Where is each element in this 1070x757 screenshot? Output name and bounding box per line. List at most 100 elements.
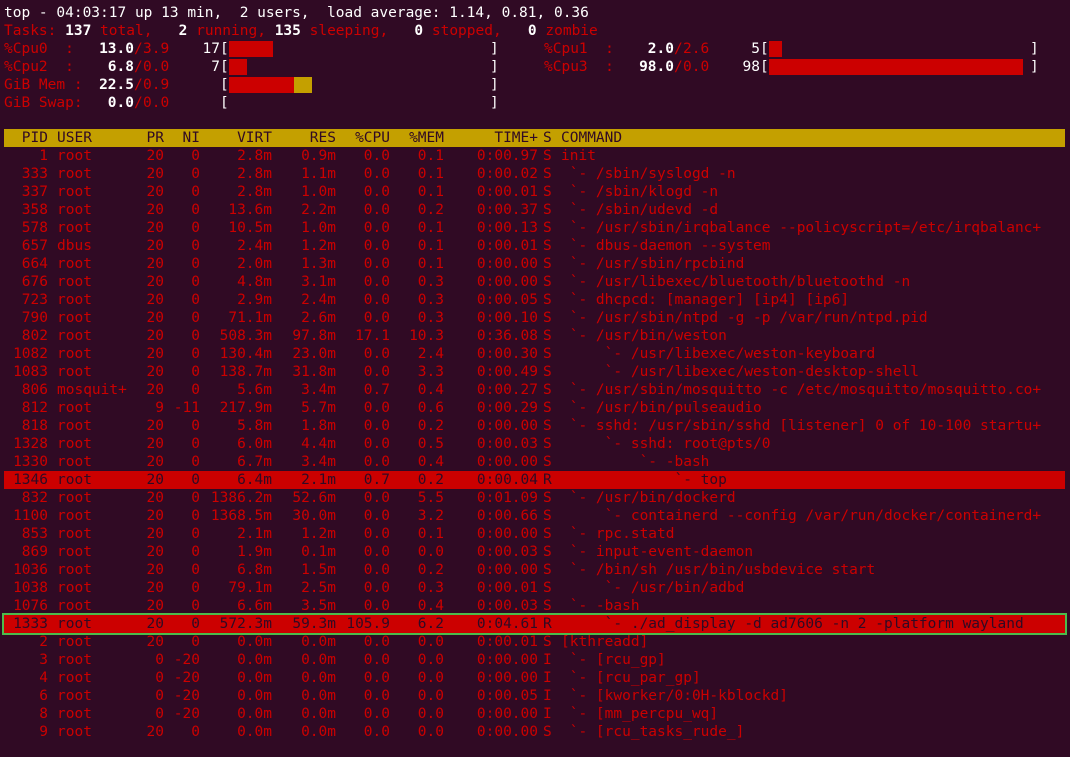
col-ni-header[interactable]: NI — [164, 129, 200, 147]
cell-pid: 333 — [21, 166, 48, 182]
process-row[interactable]: 1346 root 20 0 6.4m 2.1m 0.7 0.2 0:00.04 R `- top — [4, 471, 1065, 489]
cell-pr: 20 — [146, 256, 164, 272]
cell-virt: 6.8m — [237, 562, 272, 578]
cell-ni: 0 — [191, 490, 200, 506]
cell-virt: 2.0m — [237, 256, 272, 272]
cell-cpu: 0.0 — [363, 598, 390, 614]
process-row[interactable]: 333 root 20 0 2.8m 1.1m 0.0 0.1 0:00.02 S `- /sbi… — [4, 165, 1065, 183]
process-row[interactable]: 812 root 9 -11 217.9m 5.7m 0.0 0.6 0:00.29 S `- /… — [4, 399, 1065, 417]
cell-pr: 20 — [146, 418, 164, 434]
cell-cpu: 0.0 — [363, 184, 390, 200]
meter-close-bracket: ] — [1030, 59, 1039, 75]
process-row[interactable]: 664 root 20 0 2.0m 1.3m 0.0 0.1 0:00.00 S `- /usr… — [4, 255, 1065, 273]
process-row[interactable]: 2 root 20 0 0.0m 0.0m 0.0 0.0 0:00.01 S [kthreadd] — [4, 633, 1065, 651]
col-res-header[interactable]: RES — [272, 129, 336, 147]
cell-user: root — [57, 418, 92, 434]
process-row[interactable]: 3 root 0 -20 0.0m 0.0m 0.0 0.0 0:00.00 I `- [rcu_… — [4, 651, 1065, 669]
col-time-header[interactable]: TIME+ — [444, 129, 538, 147]
process-row[interactable]: 9 root 20 0 0.0m 0.0m 0.0 0.0 0:00.00 S `- [rcu_t… — [4, 723, 1065, 741]
cell-cpu: 0.0 — [363, 490, 390, 506]
cell-ni: 0 — [191, 598, 200, 614]
cell-s: S — [543, 418, 552, 434]
col-user-header[interactable]: USER — [57, 129, 92, 147]
meter-value: 98.0 — [639, 59, 674, 75]
process-row[interactable]: 1330 root 20 0 6.7m 3.4m 0.0 0.4 0:00.00 S `- -ba… — [4, 453, 1065, 471]
cell-virt: 6.0m — [237, 436, 272, 452]
cell-res: 1.5m — [301, 562, 336, 578]
cell-time: 0:00.03 — [476, 544, 538, 560]
process-row[interactable]: 818 root 20 0 5.8m 1.8m 0.0 0.2 0:00.00 S `- sshd… — [4, 417, 1065, 435]
process-row[interactable]: 832 root 20 0 1386.2m 52.6m 0.0 5.5 0:01.09 S `- … — [4, 489, 1065, 507]
cell-time: 0:00.01 — [476, 580, 538, 596]
process-row[interactable]: 853 root 20 0 2.1m 1.2m 0.0 0.1 0:00.00 S `- rpc.… — [4, 525, 1065, 543]
cell-virt: 572.3m — [219, 616, 272, 632]
cell-mem: 0.3 — [417, 580, 444, 596]
cell-virt: 138.7m — [219, 364, 272, 380]
cell-virt: 5.6m — [237, 382, 272, 398]
process-row[interactable]: 806 mosquit+ 20 0 5.6m 3.4m 0.7 0.4 0:00.27 S `- … — [4, 381, 1065, 399]
col-virt-header[interactable]: VIRT — [200, 129, 272, 147]
col-mem-header[interactable]: %MEM — [390, 129, 444, 147]
cell-pid: 8 — [39, 706, 48, 722]
process-row[interactable]: 723 root 20 0 2.9m 2.4m 0.0 0.3 0:00.05 S `- dhcp… — [4, 291, 1065, 309]
cell-user: root — [57, 598, 92, 614]
cell-res: 2.4m — [301, 292, 336, 308]
meter-value: 22.5 — [99, 77, 134, 93]
process-row[interactable]: 1100 root 20 0 1368.5m 30.0m 0.0 3.2 0:00.66 S `-… — [4, 507, 1065, 525]
cell-mem: 10.3 — [409, 328, 444, 344]
process-row[interactable]: 4 root 0 -20 0.0m 0.0m 0.0 0.0 0:00.00 I `- [rcu_… — [4, 669, 1065, 687]
cell-user: root — [57, 472, 92, 488]
process-row[interactable]: 1082 root 20 0 130.4m 23.0m 0.0 2.4 0:00.30 S `- … — [4, 345, 1065, 363]
process-row[interactable]: 1083 root 20 0 138.7m 31.8m 0.0 3.3 0:00.49 S `- … — [4, 363, 1065, 381]
cell-s: R — [543, 472, 552, 488]
process-row[interactable]: 1333 root 20 0 572.3m 59.3m 105.9 6.2 0:04.61 R `… — [2, 613, 1067, 635]
cell-cmd: `- [mm_percpu_wq] — [561, 706, 719, 722]
process-row[interactable]: 657 dbus 20 0 2.4m 1.2m 0.0 0.1 0:00.01 S `- dbus… — [4, 237, 1065, 255]
cell-pr: 9 — [155, 400, 164, 416]
cell-res: 31.8m — [292, 364, 336, 380]
cell-user: root — [57, 652, 92, 668]
process-row[interactable]: 869 root 20 0 1.9m 0.1m 0.0 0.0 0:00.03 S `- inpu… — [4, 543, 1065, 561]
process-row[interactable]: 8 root 0 -20 0.0m 0.0m 0.0 0.0 0:00.00 I `- [mm_p… — [4, 705, 1065, 723]
cell-pid: 790 — [21, 310, 48, 326]
cell-mem: 0.1 — [417, 256, 444, 272]
cell-pid: 832 — [21, 490, 48, 506]
cell-pr: 20 — [146, 184, 164, 200]
cell-s: I — [543, 652, 552, 668]
cell-cpu: 0.0 — [363, 220, 390, 236]
cell-time: 0:00.66 — [476, 508, 538, 524]
process-row[interactable]: 676 root 20 0 4.8m 3.1m 0.0 0.3 0:00.00 S `- /usr… — [4, 273, 1065, 291]
col-cpu-header[interactable]: %CPU — [336, 129, 390, 147]
meter-fill-cache — [294, 77, 312, 93]
process-row[interactable]: 1076 root 20 0 6.6m 3.5m 0.0 0.4 0:00.03 S `- -ba… — [4, 597, 1065, 615]
cell-pid: 1328 — [13, 436, 48, 452]
col-command-header[interactable]: COMMAND — [561, 129, 622, 147]
cell-res: 0.1m — [301, 544, 336, 560]
cell-cpu: 0.0 — [363, 706, 390, 722]
process-row[interactable]: 578 root 20 0 10.5m 1.0m 0.0 0.1 0:00.13 S `- /us… — [4, 219, 1065, 237]
meter-value2: 0.0 — [143, 59, 170, 75]
col-state-header[interactable]: S — [543, 129, 552, 147]
cell-s: S — [543, 256, 552, 272]
process-row[interactable]: 802 root 20 0 508.3m 97.8m 17.1 10.3 0:36.08 S `-… — [4, 327, 1065, 345]
process-row[interactable]: 1 root 20 0 2.8m 0.9m 0.0 0.1 0:00.97 Sinit — [4, 147, 1065, 165]
cell-time: 0:00.01 — [476, 238, 538, 254]
process-row[interactable]: 358 root 20 0 13.6m 2.2m 0.0 0.2 0:00.37 S `- /sb… — [4, 201, 1065, 219]
cell-res: 3.4m — [301, 382, 336, 398]
col-pr-header[interactable]: PR — [128, 129, 164, 147]
process-row[interactable]: 1036 root 20 0 6.8m 1.5m 0.0 0.2 0:00.00 S `- /bi… — [4, 561, 1065, 579]
col-pid-header[interactable]: PID — [4, 129, 48, 147]
process-row[interactable]: 1328 root 20 0 6.0m 4.4m 0.0 0.5 0:00.03 S `- ssh… — [4, 435, 1065, 453]
process-row[interactable]: 6 root 0 -20 0.0m 0.0m 0.0 0.0 0:00.05 I `- [kwor… — [4, 687, 1065, 705]
cell-s: R — [543, 616, 552, 632]
process-row[interactable]: 790 root 20 0 71.1m 2.6m 0.0 0.3 0:00.10 S `- /us… — [4, 309, 1065, 327]
process-row[interactable]: 1038 root 20 0 79.1m 2.5m 0.0 0.3 0:00.01 S `- /u… — [4, 579, 1065, 597]
cell-cmd: `- /usr/libexec/weston-keyboard — [561, 346, 876, 362]
cell-time: 0:00.13 — [476, 220, 538, 236]
cell-pr: 0 — [155, 688, 164, 704]
process-row[interactable]: 337 root 20 0 2.8m 1.0m 0.0 0.1 0:00.01 S `- /sbi… — [4, 183, 1065, 201]
cell-cmd: [kthreadd] — [561, 634, 649, 650]
cell-res: 0.9m — [301, 148, 336, 164]
meter-pct: 98 — [742, 59, 760, 75]
cell-pr: 20 — [146, 634, 164, 650]
